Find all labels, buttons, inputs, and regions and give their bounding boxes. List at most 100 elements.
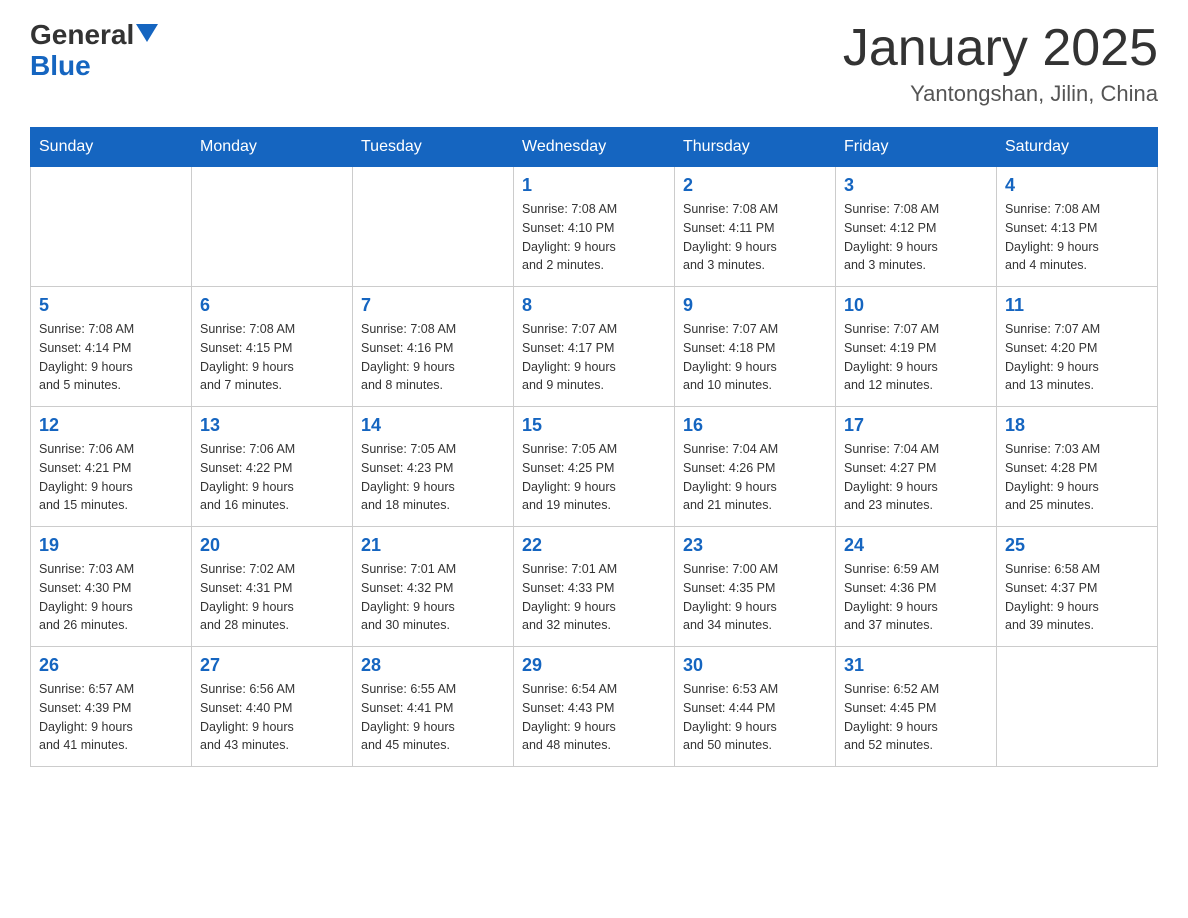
day-info: Sunrise: 7:06 AM Sunset: 4:21 PM Dayligh… [39,440,183,515]
calendar-cell: 19Sunrise: 7:03 AM Sunset: 4:30 PM Dayli… [31,527,192,647]
day-number: 20 [200,535,344,556]
day-info: Sunrise: 7:08 AM Sunset: 4:15 PM Dayligh… [200,320,344,395]
calendar-header: Sunday Monday Tuesday Wednesday Thursday… [31,128,1158,167]
calendar-cell: 14 Sunrise: 7:05 AM Sunset: 4:23 PM Dayli… [353,407,514,527]
day-info: Sunrise: 7:05 AM Sunset: 4:23 PM Dayligh… [361,440,505,515]
calendar-week-row: 19Sunrise: 7:03 AM Sunset: 4:30 PM Dayli… [31,527,1158,647]
calendar-cell: 27 Sunrise: 6:56 AM Sunset: 4:40 PM Dayli… [192,647,353,767]
day-number: 3 [844,175,988,196]
col-sunday: Sunday [31,128,192,167]
day-info: Sunrise: 7:02 AM Sunset: 4:31 PM Dayligh… [200,560,344,635]
day-number: 5 [39,295,183,316]
calendar-cell: 10 Sunrise: 7:07 AM Sunset: 4:19 PM Dayli… [836,287,997,407]
day-info: Sunrise: 7:08 AM Sunset: 4:11 PM Dayligh… [683,200,827,275]
day-info: Sunrise: 7:04 AM Sunset: 4:27 PM Dayligh… [844,440,988,515]
calendar-cell: 20 Sunrise: 7:02 AM Sunset: 4:31 PM Dayli… [192,527,353,647]
day-info: Sunrise: 7:01 AM Sunset: 4:32 PM Dayligh… [361,560,505,635]
day-info: Sunrise: 7:05 AM Sunset: 4:25 PM Dayligh… [522,440,666,515]
day-info: Sunrise: 6:57 AM Sunset: 4:39 PM Dayligh… [39,680,183,755]
day-number: 10 [844,295,988,316]
day-number: 22 [522,535,666,556]
day-info: Sunrise: 7:08 AM Sunset: 4:13 PM Dayligh… [1005,200,1149,275]
day-number: 16 [683,415,827,436]
calendar-cell: 18 Sunrise: 7:03 AM Sunset: 4:28 PM Dayli… [997,407,1158,527]
day-number: 27 [200,655,344,676]
day-info: Sunrise: 6:56 AM Sunset: 4:40 PM Dayligh… [200,680,344,755]
calendar-cell: 21Sunrise: 7:01 AM Sunset: 4:32 PM Dayli… [353,527,514,647]
day-info: Sunrise: 7:07 AM Sunset: 4:20 PM Dayligh… [1005,320,1149,395]
calendar-cell: 1 Sunrise: 7:08 AM Sunset: 4:10 PM Daylig… [514,167,675,287]
calendar-cell: 13Sunrise: 7:06 AM Sunset: 4:22 PM Dayli… [192,407,353,527]
calendar-table: Sunday Monday Tuesday Wednesday Thursday… [30,127,1158,767]
day-number: 13 [200,415,344,436]
calendar-cell: 24 Sunrise: 6:59 AM Sunset: 4:36 PM Dayli… [836,527,997,647]
calendar-cell: 16 Sunrise: 7:04 AM Sunset: 4:26 PM Dayli… [675,407,836,527]
day-number: 24 [844,535,988,556]
calendar-week-row: 1 Sunrise: 7:08 AM Sunset: 4:10 PM Daylig… [31,167,1158,287]
calendar-title: January 2025 [843,20,1158,77]
calendar-cell: 8 Sunrise: 7:07 AM Sunset: 4:17 PM Daylig… [514,287,675,407]
col-wednesday: Wednesday [514,128,675,167]
calendar-cell: 22 Sunrise: 7:01 AM Sunset: 4:33 PM Dayli… [514,527,675,647]
day-info: Sunrise: 6:53 AM Sunset: 4:44 PM Dayligh… [683,680,827,755]
day-number: 2 [683,175,827,196]
calendar-cell: 28Sunrise: 6:55 AM Sunset: 4:41 PM Dayli… [353,647,514,767]
day-info: Sunrise: 6:59 AM Sunset: 4:36 PM Dayligh… [844,560,988,635]
day-number: 9 [683,295,827,316]
calendar-cell: 29 Sunrise: 6:54 AM Sunset: 4:43 PM Dayli… [514,647,675,767]
day-number: 19 [39,535,183,556]
day-info: Sunrise: 7:03 AM Sunset: 4:28 PM Dayligh… [1005,440,1149,515]
calendar-cell: 7Sunrise: 7:08 AM Sunset: 4:16 PM Daylig… [353,287,514,407]
logo: General Blue [30,20,158,82]
logo-text-blue: Blue [30,51,91,82]
col-thursday: Thursday [675,128,836,167]
col-saturday: Saturday [997,128,1158,167]
day-number: 17 [844,415,988,436]
calendar-week-row: 5Sunrise: 7:08 AM Sunset: 4:14 PM Daylig… [31,287,1158,407]
day-info: Sunrise: 6:58 AM Sunset: 4:37 PM Dayligh… [1005,560,1149,635]
header-row: Sunday Monday Tuesday Wednesday Thursday… [31,128,1158,167]
calendar-week-row: 12 Sunrise: 7:06 AM Sunset: 4:21 PM Dayli… [31,407,1158,527]
day-number: 18 [1005,415,1149,436]
day-number: 15 [522,415,666,436]
calendar-cell: 15 Sunrise: 7:05 AM Sunset: 4:25 PM Dayli… [514,407,675,527]
day-info: Sunrise: 7:00 AM Sunset: 4:35 PM Dayligh… [683,560,827,635]
col-monday: Monday [192,128,353,167]
day-info: Sunrise: 7:07 AM Sunset: 4:19 PM Dayligh… [844,320,988,395]
calendar-subtitle: Yantongshan, Jilin, China [843,81,1158,107]
day-info: Sunrise: 7:04 AM Sunset: 4:26 PM Dayligh… [683,440,827,515]
logo-triangle-icon [136,24,158,42]
calendar-cell: 17 Sunrise: 7:04 AM Sunset: 4:27 PM Dayli… [836,407,997,527]
calendar-cell: 4 Sunrise: 7:08 AM Sunset: 4:13 PM Daylig… [997,167,1158,287]
day-info: Sunrise: 6:54 AM Sunset: 4:43 PM Dayligh… [522,680,666,755]
calendar-cell [31,167,192,287]
calendar-body: 1 Sunrise: 7:08 AM Sunset: 4:10 PM Daylig… [31,167,1158,767]
day-info: Sunrise: 7:07 AM Sunset: 4:17 PM Dayligh… [522,320,666,395]
calendar-cell: 25Sunrise: 6:58 AM Sunset: 4:37 PM Dayli… [997,527,1158,647]
calendar-cell: 12 Sunrise: 7:06 AM Sunset: 4:21 PM Dayli… [31,407,192,527]
day-number: 8 [522,295,666,316]
calendar-cell: 3Sunrise: 7:08 AM Sunset: 4:12 PM Daylig… [836,167,997,287]
day-info: Sunrise: 7:07 AM Sunset: 4:18 PM Dayligh… [683,320,827,395]
calendar-cell: 23Sunrise: 7:00 AM Sunset: 4:35 PM Dayli… [675,527,836,647]
calendar-cell: 5Sunrise: 7:08 AM Sunset: 4:14 PM Daylig… [31,287,192,407]
day-number: 29 [522,655,666,676]
day-info: Sunrise: 7:08 AM Sunset: 4:10 PM Dayligh… [522,200,666,275]
logo-text-general: General [30,20,134,51]
day-number: 4 [1005,175,1149,196]
calendar-cell: 30 Sunrise: 6:53 AM Sunset: 4:44 PM Dayli… [675,647,836,767]
col-friday: Friday [836,128,997,167]
calendar-cell [997,647,1158,767]
day-number: 30 [683,655,827,676]
day-number: 1 [522,175,666,196]
day-number: 26 [39,655,183,676]
day-number: 14 [361,415,505,436]
day-info: Sunrise: 7:01 AM Sunset: 4:33 PM Dayligh… [522,560,666,635]
page-header: General Blue January 2025 Yantongshan, J… [30,20,1158,107]
day-number: 7 [361,295,505,316]
day-number: 31 [844,655,988,676]
title-section: January 2025 Yantongshan, Jilin, China [843,20,1158,107]
day-info: Sunrise: 6:55 AM Sunset: 4:41 PM Dayligh… [361,680,505,755]
day-number: 6 [200,295,344,316]
day-number: 12 [39,415,183,436]
